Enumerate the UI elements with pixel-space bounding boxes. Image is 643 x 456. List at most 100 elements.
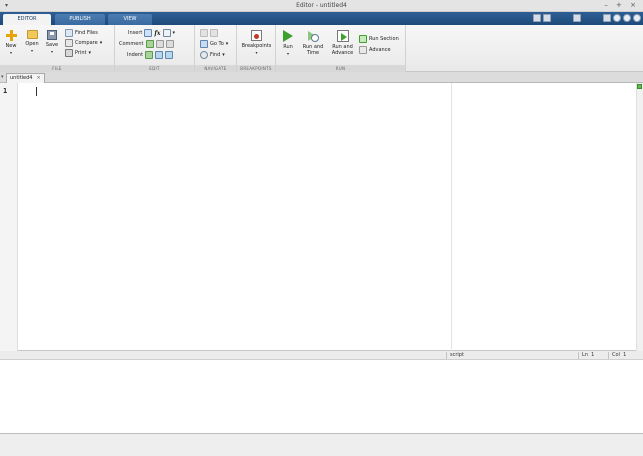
goto-icon <box>200 40 208 48</box>
chevron-down-icon: ▾ <box>172 30 176 36</box>
run-section-icon <box>359 35 367 43</box>
comment-row: Comment <box>119 40 174 48</box>
edit-group-label: EDIT <box>115 65 194 72</box>
tab-view[interactable]: VIEW <box>108 14 152 25</box>
printer-icon <box>65 49 73 57</box>
run-button[interactable]: Run ▾ <box>281 30 295 56</box>
insert-function-icon[interactable] <box>162 29 171 37</box>
layout-icon[interactable] <box>533 14 541 22</box>
file-type-status: script <box>446 352 576 359</box>
smart-indent-icon[interactable] <box>145 51 154 59</box>
new-label: New <box>5 43 17 49</box>
compare-icon <box>65 39 73 47</box>
run-and-time-button[interactable]: Run and Time <box>300 30 326 56</box>
open-button[interactable]: Open ▾ <box>24 30 40 53</box>
compare-button[interactable]: Compare ▾ <box>65 39 102 47</box>
nav-arrows-row <box>200 29 218 37</box>
line-number-gutter: 1 <box>0 83 18 351</box>
tab-editor[interactable]: EDITOR <box>3 14 51 25</box>
paste-icon[interactable] <box>573 14 581 22</box>
line-status-value: 1 <box>591 352 595 358</box>
vertical-scrollbar[interactable] <box>636 83 643 351</box>
comment-label: Comment <box>119 41 144 47</box>
breakpoints-button[interactable]: Breakpoints ▾ <box>240 30 273 55</box>
breakpoints-group: Breakpoints ▾ BREAKPOINTS <box>237 25 276 72</box>
navigate-group-label: NAVIGATE <box>195 65 236 72</box>
run-section-label: Run Section <box>369 36 399 42</box>
copy-icon[interactable] <box>563 14 571 22</box>
code-analyzer-status-icon[interactable] <box>637 84 642 89</box>
forward-icon[interactable] <box>210 29 218 37</box>
undock-icon[interactable] <box>623 14 631 22</box>
breakpoints-label: Breakpoints <box>241 43 272 49</box>
decrease-indent-icon[interactable] <box>165 51 174 59</box>
save-quick-icon[interactable] <box>543 14 551 22</box>
print-button[interactable]: Print ▾ <box>65 49 91 57</box>
column-status-label: Col <box>612 352 620 358</box>
save-label: Save <box>45 42 59 48</box>
advance-icon <box>359 46 367 54</box>
ribbon-options-icon[interactable] <box>633 14 641 22</box>
column-status-value: 1 <box>623 352 627 358</box>
advance-label: Advance <box>369 47 391 53</box>
comment-icon[interactable] <box>145 40 154 48</box>
new-button[interactable]: New ▾ <box>4 30 18 55</box>
chevron-down-icon: ▾ <box>50 49 53 54</box>
insert-row: Insert fx ▾ <box>128 29 175 37</box>
chevron-down-icon: ▾ <box>88 50 92 56</box>
increase-indent-icon[interactable] <box>155 51 164 59</box>
run-group: Run ▾ Run and Time Run and Advance Run S… <box>276 25 406 72</box>
cut-icon[interactable] <box>553 14 561 22</box>
advance-button[interactable]: Advance <box>359 46 391 54</box>
run-label: Run <box>283 44 293 50</box>
run-group-label: RUN <box>276 65 405 72</box>
goto-label: Go To <box>210 41 224 47</box>
document-tab-untitled4[interactable]: untitled4 × <box>6 73 45 83</box>
breakpoints-group-label: BREAKPOINTS <box>237 65 275 72</box>
switch-windows-icon[interactable] <box>603 14 611 22</box>
run-and-time-label-2: Time <box>306 50 320 56</box>
redo-icon[interactable] <box>593 14 601 22</box>
save-button[interactable]: Save ▾ <box>45 30 59 54</box>
back-icon[interactable] <box>200 29 208 37</box>
document-menu-icon[interactable]: ▾ <box>1 74 4 80</box>
goto-button[interactable]: Go To ▾ <box>200 40 228 48</box>
window-titlebar: ▾ Editor - untitled4 – + × <box>0 0 643 12</box>
document-tab-label: untitled4 <box>10 75 33 81</box>
find-files-button[interactable]: Find Files <box>65 29 98 37</box>
find-button[interactable]: Find ▾ <box>200 51 225 59</box>
window-controls[interactable]: – + × <box>604 1 639 9</box>
tab-publish[interactable]: PUBLISH <box>55 14 105 25</box>
wrap-comments-icon[interactable] <box>165 40 174 48</box>
insert-section-icon[interactable] <box>144 29 153 37</box>
help-icon[interactable] <box>613 14 621 22</box>
insert-label: Insert <box>128 30 143 36</box>
magnifier-icon <box>200 51 208 59</box>
breakpoint-icon <box>251 30 262 41</box>
quick-access-toolbar <box>533 14 641 23</box>
close-icon[interactable]: × <box>36 74 40 83</box>
code-editor[interactable]: 1 <box>0 83 643 351</box>
chevron-down-icon: ▾ <box>9 50 12 55</box>
folder-open-icon <box>26 30 38 39</box>
document-tab-bar: ▾ untitled4 × <box>0 72 643 83</box>
line-status-label: Ln <box>582 352 588 358</box>
uncomment-icon[interactable] <box>155 40 164 48</box>
fx-icon[interactable]: fx <box>154 30 160 37</box>
text-cursor <box>36 87 37 96</box>
right-text-limit-line <box>451 83 452 351</box>
run-icon <box>283 30 293 42</box>
chevron-down-icon: ▾ <box>286 51 289 56</box>
run-section-button[interactable]: Run Section <box>359 35 399 43</box>
chevron-down-icon: ▾ <box>99 40 103 46</box>
chevron-down-icon: ▾ <box>225 41 229 47</box>
chevron-down-icon: ▾ <box>30 48 33 53</box>
compare-label: Compare <box>75 40 98 46</box>
window-title: Editor - untitled4 <box>296 2 347 9</box>
run-and-advance-button[interactable]: Run and Advance <box>329 30 356 56</box>
indent-label: Indent <box>127 52 144 58</box>
print-label: Print <box>75 50 87 56</box>
find-files-label: Find Files <box>75 30 98 36</box>
file-group: New ▾ Open ▾ Save ▾ Find Files Compare ▾… <box>0 25 115 72</box>
undo-icon[interactable] <box>583 14 591 22</box>
